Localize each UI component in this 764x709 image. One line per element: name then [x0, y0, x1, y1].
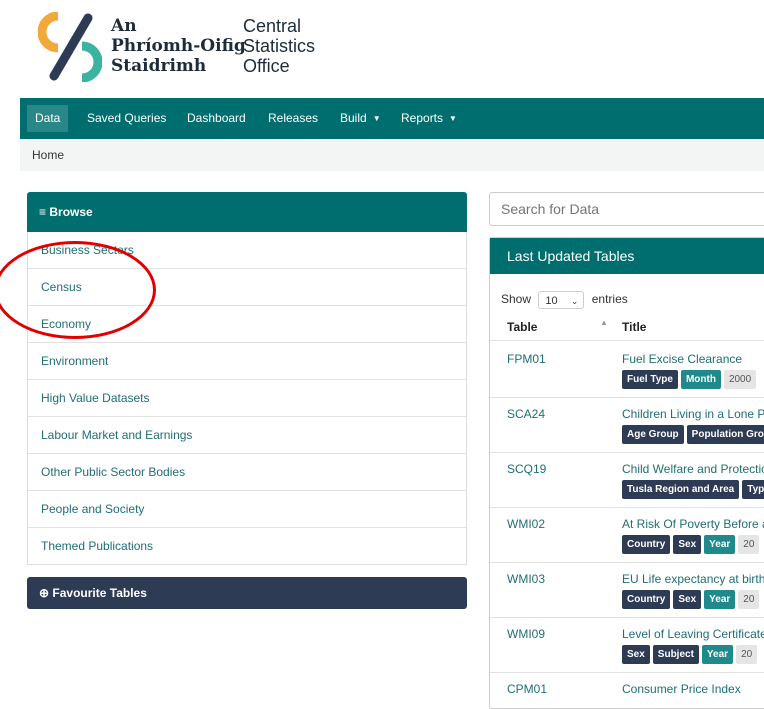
site-header: An Phríomh-Oifig Staidrimh Central Stati…: [0, 0, 764, 98]
nav-dashboard[interactable]: Dashboard: [179, 105, 254, 132]
nav-build[interactable]: Build ▼: [332, 105, 389, 132]
dimension-tag: Country: [622, 590, 671, 609]
dimension-tag: Sex: [673, 590, 702, 609]
nav-label: Build: [340, 111, 367, 125]
table-row-code[interactable]: WMI09: [507, 627, 545, 641]
table-row-code[interactable]: WMI02: [507, 517, 545, 531]
time-dimension-tag: Year: [701, 645, 734, 664]
table-row-tags: Tusla Region and Area Typ: [622, 479, 764, 499]
nav-label: Releases: [268, 111, 319, 125]
row-divider: [490, 672, 764, 673]
browse-item-environment[interactable]: Environment: [28, 342, 466, 379]
caret-down-icon: ▼: [372, 114, 381, 124]
time-dimension-tag: Year: [704, 590, 736, 609]
table-row-title[interactable]: Child Welfare and Protectio: [622, 462, 764, 476]
year-tag: 20: [738, 535, 760, 554]
browse-item-other-public-sector[interactable]: Other Public Sector Bodies: [28, 453, 466, 490]
menu-icon: ≡: [39, 205, 47, 219]
last-updated-header: Last Updated Tables: [490, 238, 764, 274]
year-tag: 20: [736, 645, 758, 664]
dimension-tag: Sex: [622, 645, 650, 664]
nav-data[interactable]: Data: [27, 105, 69, 132]
plus-circle-icon: ⊕: [39, 586, 50, 600]
show-label: Show: [501, 292, 532, 307]
table-row-tags: Fuel Type Month 2000: [622, 369, 759, 389]
favourite-tables-header[interactable]: ⊕ Favourite Tables: [27, 577, 467, 609]
table-row-title[interactable]: EU Life expectancy at birth: [622, 572, 764, 586]
dimension-tag: Subject: [652, 645, 699, 664]
page-size-control: Show 10 ⌄ entries: [501, 291, 628, 309]
entries-label: entries: [591, 292, 628, 307]
sort-asc-icon[interactable]: ▲: [600, 318, 608, 327]
browse-item-economy[interactable]: Economy: [28, 305, 466, 342]
chevron-down-icon: ⌄: [570, 296, 579, 306]
table-row-title[interactable]: Consumer Price Index: [622, 682, 741, 696]
browse-item-high-value-datasets[interactable]: High Value Datasets: [28, 379, 466, 416]
browse-item-business-sectors[interactable]: Business Sectors: [28, 232, 466, 268]
table-row-title[interactable]: Level of Leaving Certificate: [622, 627, 764, 641]
nav-reports[interactable]: Reports ▼: [393, 105, 465, 132]
table-row-code[interactable]: FPM01: [507, 352, 546, 366]
dimension-tag: Fuel Type: [622, 370, 678, 389]
table-row-code[interactable]: WMI03: [507, 572, 545, 586]
last-updated-title: Last Updated Tables: [507, 248, 635, 264]
table-row-code[interactable]: SCA24: [507, 407, 545, 421]
table-row-title[interactable]: Fuel Excise Clearance: [622, 352, 742, 366]
dimension-tag: Sex: [673, 535, 702, 554]
column-header-table[interactable]: Table: [507, 320, 537, 334]
year-tag: 2000: [723, 370, 757, 389]
nav-label: Saved Queries: [87, 111, 167, 125]
last-updated-panel: Last Updated Tables Show 10 ⌄ entries Tab…: [489, 237, 764, 709]
row-divider: [490, 340, 764, 341]
row-divider: [490, 562, 764, 563]
search-input[interactable]: [489, 192, 764, 226]
row-divider: [490, 452, 764, 453]
column-header-title[interactable]: Title: [622, 320, 646, 334]
table-row-title[interactable]: Children Living in a Lone Pa: [622, 407, 764, 421]
page-size-value: 10: [545, 295, 558, 307]
dimension-tag: Age Group: [622, 425, 684, 444]
nav-label: Reports: [401, 111, 444, 125]
table-row-code[interactable]: CPM01: [507, 682, 547, 696]
time-dimension-tag: Year: [704, 535, 736, 554]
browse-title: Browse: [49, 205, 93, 219]
table-row-tags: Age Group Population Gro: [622, 424, 764, 444]
breadcrumb: Home: [20, 139, 764, 171]
row-divider: [490, 397, 764, 398]
table-row-title[interactable]: At Risk Of Poverty Before a: [622, 517, 764, 531]
brand-english-name: Central Statistics Office: [243, 16, 316, 76]
table-row-tags: Country Sex Year 20: [622, 534, 762, 554]
favourites-title: Favourite Tables: [52, 586, 147, 600]
nav-label: Data: [35, 111, 61, 125]
browse-list: Business Sectors Census Economy Environm…: [27, 232, 467, 565]
browse-item-people-and-society[interactable]: People and Society: [28, 490, 466, 527]
row-divider: [490, 617, 764, 618]
nav-releases[interactable]: Releases: [260, 105, 326, 132]
cso-logo-icon[interactable]: [38, 12, 102, 82]
dimension-tag: Population Gro: [686, 425, 764, 444]
dimension-tag: Country: [622, 535, 671, 554]
table-row-tags: Sex Subject Year 20: [622, 644, 760, 664]
caret-down-icon: ▼: [449, 114, 457, 124]
browse-item-census[interactable]: Census: [28, 268, 466, 305]
table-row-code[interactable]: SCQ19: [507, 462, 546, 476]
table-row-tags: Country Sex Year 20: [622, 589, 762, 609]
nav-label: Dashboard: [187, 111, 246, 125]
page-size-select[interactable]: 10 ⌄: [538, 291, 585, 309]
breadcrumb-home[interactable]: Home: [32, 148, 64, 162]
row-divider: [490, 507, 764, 508]
dimension-tag: Typ: [742, 480, 764, 499]
time-dimension-tag: Month: [680, 370, 721, 389]
brand-irish-name: An Phríomh-Oifig Staidrimh: [111, 16, 246, 76]
browse-panel-header[interactable]: ≡ Browse: [27, 192, 467, 232]
nav-saved-queries[interactable]: Saved Queries: [79, 105, 174, 132]
dimension-tag: Tusla Region and Area: [622, 480, 740, 499]
main-navbar: Data Saved Queries Dashboard Releases Bu…: [20, 98, 764, 139]
browse-item-themed-publications[interactable]: Themed Publications: [28, 527, 466, 564]
year-tag: 20: [738, 590, 760, 609]
browse-item-labour-market[interactable]: Labour Market and Earnings: [28, 416, 466, 453]
